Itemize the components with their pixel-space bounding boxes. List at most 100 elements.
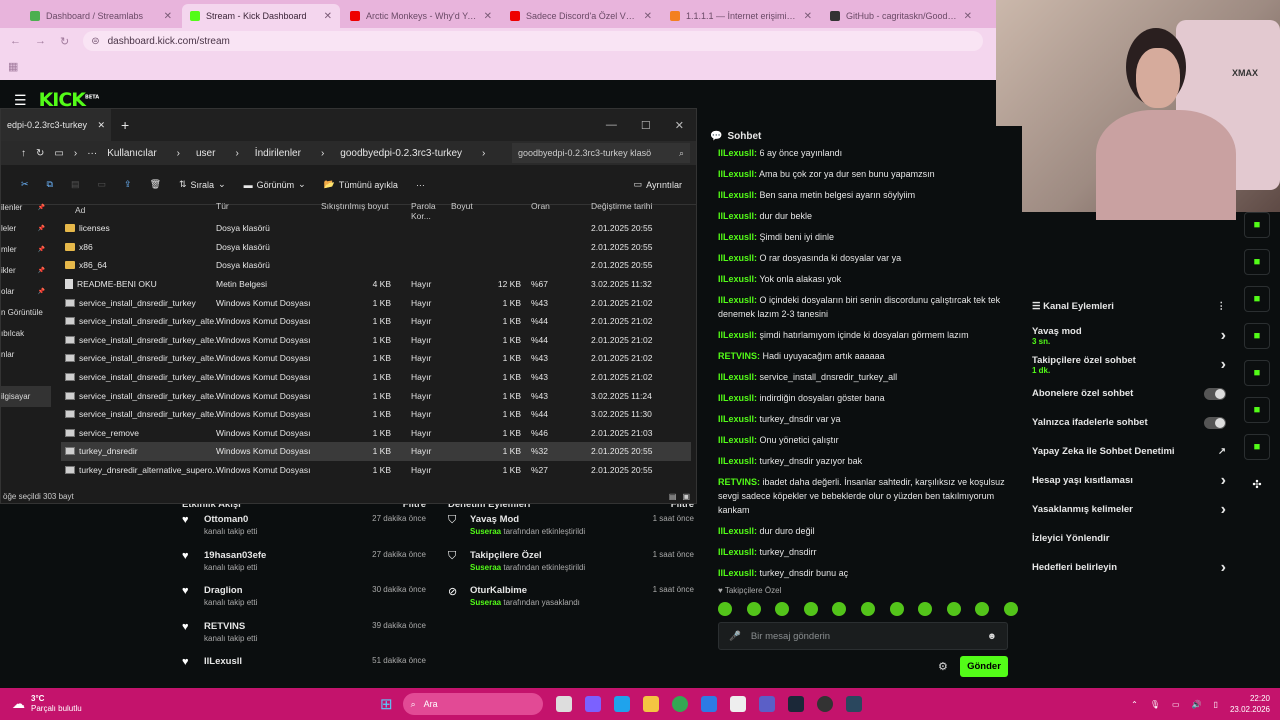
more-crumbs-icon[interactable]: ··· [87,148,97,159]
notes-icon[interactable]: ■ [1244,286,1270,312]
view-button[interactable]: ▬ Görünüm ⌄ [244,179,306,190]
emote-icon[interactable] [803,602,818,616]
emote-icon[interactable] [889,602,904,616]
back-icon[interactable]: ← [10,35,21,47]
channel-action-item[interactable]: Yasaklanmış kelimeler › [1024,495,1234,524]
close-tab-icon[interactable]: ✕ [644,11,652,22]
sort-button[interactable]: ⇅ Sırala ⌄ [179,179,226,190]
task-view-icon[interactable] [555,696,572,712]
list-view-icon[interactable]: ▤ [669,492,677,501]
column-header[interactable]: Sıkıştırılmış boyut [321,201,401,219]
fullscreen-icon[interactable]: ■ [1244,212,1270,238]
emote-icon[interactable] [718,602,732,616]
breadcrumb-item[interactable]: Kullanıcılar [107,148,156,159]
chat-username[interactable]: IlLexusll: [718,190,757,200]
refresh-icon[interactable]: ↻ [36,148,44,159]
browser-tab[interactable]: Arctic Monkeys - Why'd You O ✕ [342,4,500,28]
file-row[interactable]: turkey_dnsredir Windows Komut Dosyası 1 KB… [61,442,691,461]
column-header[interactable]: Değiştirme tarihi [591,201,691,219]
teams-icon[interactable] [758,696,775,712]
column-header[interactable]: Ad [61,201,216,219]
activity-username[interactable]: RETVINS [204,621,362,632]
emote-icon[interactable] [860,602,875,616]
column-header[interactable]: Tür [216,201,321,219]
delete-icon[interactable]: 🗑 [150,179,161,190]
obs-icon[interactable] [816,696,833,712]
column-header[interactable]: Oran [531,201,591,219]
chevron-up-icon[interactable]: ⌃ [1131,700,1138,709]
channel-action-item[interactable]: İzleyici Yönlendir [1024,524,1234,553]
chat-username[interactable]: IlLexusll: [718,526,757,536]
browser-tab[interactable]: Stream - Kick Dashboard ✕ [182,4,340,28]
chat-username[interactable]: IlLexusll: [718,547,757,557]
battery-icon[interactable]: ▯ [1214,700,1218,709]
extract-all-button[interactable]: 📂 Tümünü ayıkla [324,179,398,190]
copilot-icon[interactable] [584,696,601,712]
menu-icon[interactable]: ☰ [14,92,27,109]
sidebar-item[interactable] [1,365,51,386]
explorer-tab[interactable]: edpi-0.2.3rc3-turkey ✕ [1,109,111,141]
close-tab-icon[interactable]: ✕ [324,11,332,22]
file-row[interactable]: turkey_dnsredir_alternative_supero... Win… [61,461,691,480]
start-icon[interactable]: ⊞ [380,695,393,713]
emote-icon[interactable] [946,602,961,616]
close-icon[interactable]: ✕ [675,119,684,132]
chrome-icon[interactable] [671,696,688,712]
channel-action-item[interactable]: Yavaş mod 3 sn. › [1024,321,1234,350]
breadcrumb-item[interactable]: goodbyedpi-0.2.3rc3-turkey [340,148,462,159]
chat-username[interactable]: IlLexusll: [718,393,757,403]
minimize-icon[interactable]: — [606,119,617,132]
lightning-icon[interactable]: ■ [1244,249,1270,275]
edge-icon[interactable] [613,696,630,712]
file-row[interactable]: service_install_dnsredir_turkey_alte... W… [61,368,691,387]
chat-username[interactable]: IlLexusll: [718,148,757,158]
weather-widget[interactable]: ☁ 3°C Parçalı bulutlu [0,694,380,714]
chat-username[interactable]: IlLexusll: [718,568,757,578]
network-icon[interactable]: ▭ [1172,700,1180,709]
moderator-name[interactable]: Suseraa [470,563,501,572]
toggle-switch[interactable] [1204,416,1226,429]
channel-action-item[interactable]: Hesap yaşı kısıtlaması › [1024,466,1234,495]
chat-username[interactable]: IlLexusll: [718,211,757,221]
file-row[interactable]: README-BENI OKU Metin Belgesi 4 KB Hayır 12 … [61,275,691,294]
emote-icon[interactable] [775,602,790,616]
chat-settings-icon[interactable]: ⚙ [938,660,948,673]
chat-username[interactable]: IlLexusll: [718,330,757,340]
moderator-name[interactable]: Suseraa [470,598,501,607]
file-row[interactable]: service_install_dnsredir_turkey_alte... W… [61,405,691,424]
tile-view-icon[interactable]: ▣ [682,492,690,501]
channel-action-item[interactable]: Yalnızca ifadelerle sohbet [1024,408,1234,437]
browser-tab[interactable]: Sadece Discord'a Özel VPN N... ✕ [502,4,660,28]
chat-username[interactable]: IlLexusll: [718,435,757,445]
emote-icon[interactable] [975,602,990,616]
rename-icon[interactable]: ▭ [98,179,107,190]
new-tab-icon[interactable]: + [121,117,129,133]
file-row[interactable]: x86 Dosya klasörü 2.01.2025 20:55 [61,238,691,257]
sidebar-item[interactable]: n Görüntüle [1,302,51,323]
sidebar-item[interactable]: ıbılcak [1,323,51,344]
channel-action-item[interactable]: Yapay Zeka ile Sohbet Denetimi ↗ [1024,437,1234,466]
column-header[interactable]: Parola Kor... [401,201,451,221]
close-tab-icon[interactable]: ✕ [484,11,492,22]
emote-icon[interactable] [918,602,933,616]
share-icon[interactable]: ⇪ [124,179,132,190]
chat-username[interactable]: IlLexusll: [718,232,757,242]
moderator-name[interactable]: Suseraa [470,527,501,536]
activity-username[interactable]: Ottoman0 [204,514,362,525]
activity-username[interactable]: IlLexusll [204,656,362,667]
chat-username[interactable]: IlLexusll: [718,274,757,284]
details-button[interactable]: ▭ Ayrıntılar [634,179,682,190]
layout-icon[interactable]: ■ [1244,397,1270,423]
emoji-icon[interactable]: ☻ [987,631,997,642]
chat-username[interactable]: RETVINS: [718,351,760,361]
mail-icon[interactable] [700,696,717,712]
toggle-switch[interactable] [1204,387,1226,400]
send-button[interactable]: Gönder [960,656,1008,677]
close-tab-icon[interactable]: ✕ [804,11,812,22]
broadcast-icon[interactable]: ■ [1244,360,1270,386]
chat-icon[interactable]: ■ [1244,323,1270,349]
sidebar-item[interactable]: mler 📌 [1,239,51,260]
up-icon[interactable]: ↑ [21,148,26,159]
clock[interactable]: 22:20 23.02.2026 [1230,693,1270,715]
extensions-icon[interactable]: ✣ [1244,471,1270,497]
